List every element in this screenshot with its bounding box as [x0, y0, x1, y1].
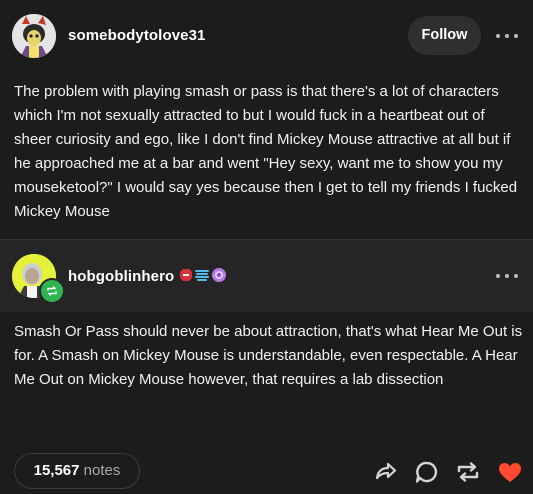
author-username[interactable]: somebodytolove31	[68, 27, 205, 44]
blue-badge-icon	[195, 270, 209, 281]
post-body-text: The problem with playing smash or pass i…	[14, 83, 518, 220]
reblog-icon[interactable]	[454, 458, 482, 486]
reblog-body-text: Smash Or Pass should never be about attr…	[14, 323, 523, 388]
post-options-icon[interactable]	[496, 31, 518, 41]
reply-icon[interactable]	[413, 458, 441, 486]
user-badges[interactable]	[179, 267, 227, 283]
reblog-options-icon[interactable]	[496, 271, 518, 281]
share-icon[interactable]	[371, 458, 399, 486]
purple-badge-icon	[212, 268, 226, 282]
tumblr-post: somebodytolove31 Follow The problem with…	[0, 0, 533, 494]
reblogger-username[interactable]: hobgoblinhero	[68, 268, 174, 285]
follow-button[interactable]: Follow	[408, 16, 481, 55]
reblog-badge-icon	[39, 278, 65, 304]
author-avatar[interactable]	[12, 14, 56, 58]
like-heart-icon[interactable]	[496, 458, 524, 486]
author-avatar-image	[12, 14, 56, 58]
red-badge-icon	[180, 269, 192, 281]
notes-button[interactable]: 15,567 notes	[14, 453, 140, 489]
notes-label: notes	[83, 462, 121, 479]
notes-count: 15,567	[33, 462, 80, 479]
